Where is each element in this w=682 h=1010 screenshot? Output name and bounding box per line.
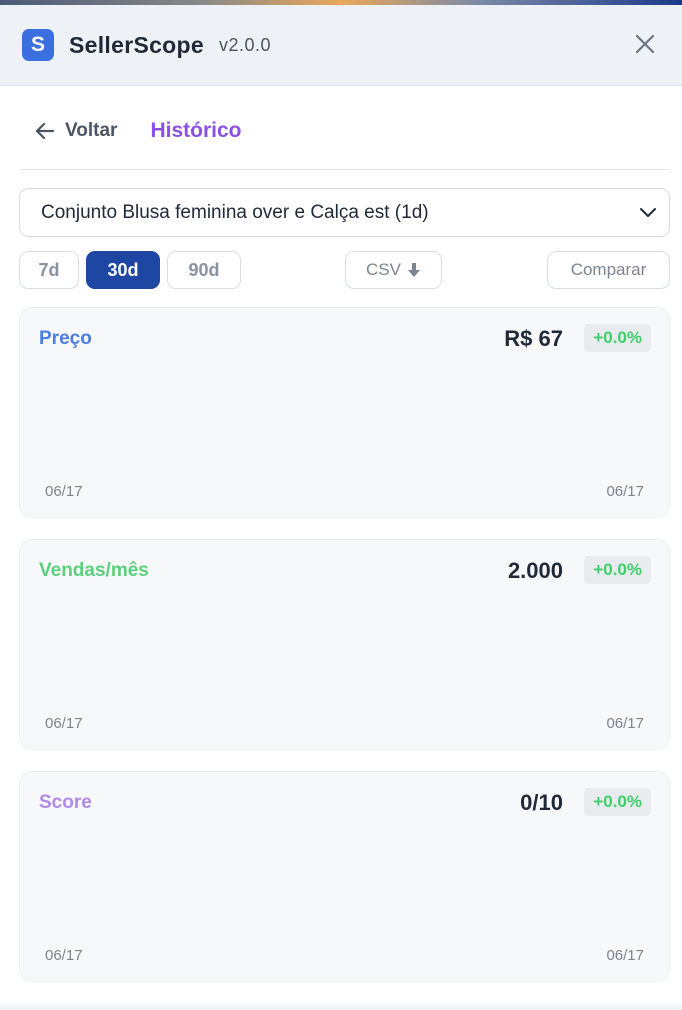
period-30d-button[interactable]: 30d bbox=[86, 251, 160, 289]
compare-button[interactable]: Comparar bbox=[547, 251, 670, 289]
compare-label: Comparar bbox=[570, 260, 647, 279]
card-change-badge: +0.0% bbox=[584, 788, 651, 816]
card-chart-area bbox=[39, 832, 652, 942]
score-history-card: Score 0/10 +0.0% 06/17 06/17 bbox=[19, 771, 670, 982]
card-x-end-label: 06/17 bbox=[606, 947, 644, 964]
price-history-card: Preço R$ 67 +0.0% 06/17 06/17 bbox=[19, 307, 670, 518]
period-label: 7d bbox=[38, 259, 60, 280]
card-value: 2.000 bbox=[507, 558, 563, 583]
card-value: 0/10 bbox=[520, 790, 563, 815]
back-button[interactable]: Voltar bbox=[35, 120, 117, 142]
app-logo: S bbox=[22, 29, 54, 61]
close-icon bbox=[635, 34, 655, 54]
card-title: Vendas/mês bbox=[39, 560, 149, 581]
page-title: Histórico bbox=[150, 118, 242, 142]
logo-letter: S bbox=[30, 33, 45, 56]
card-value: R$ 67 bbox=[504, 326, 563, 351]
card-x-start-label: 06/17 bbox=[45, 715, 83, 732]
card-x-end-label: 06/17 bbox=[606, 483, 644, 500]
card-chart-area bbox=[39, 600, 652, 710]
card-change-badge: +0.0% bbox=[584, 324, 651, 352]
arrow-left-icon bbox=[35, 122, 55, 139]
csv-label: CSV bbox=[366, 260, 401, 279]
chevron-down-icon bbox=[640, 207, 656, 217]
card-x-start-label: 06/17 bbox=[45, 947, 83, 964]
period-7d-button[interactable]: 7d bbox=[19, 251, 79, 289]
period-label: 30d bbox=[107, 259, 139, 280]
app-version: v2.0.0 bbox=[218, 34, 272, 55]
card-chart-area bbox=[39, 368, 652, 478]
csv-export-button[interactable]: CSV bbox=[345, 251, 442, 289]
product-select-value: Conjunto Blusa feminina over e Calça est… bbox=[41, 201, 429, 223]
card-x-start-label: 06/17 bbox=[45, 483, 83, 500]
card-title: Score bbox=[39, 792, 92, 813]
close-button[interactable] bbox=[632, 31, 658, 57]
card-title: Preço bbox=[39, 328, 92, 349]
product-select[interactable]: Conjunto Blusa feminina over e Calça est… bbox=[19, 188, 670, 237]
back-label: Voltar bbox=[65, 119, 118, 141]
card-change-badge: +0.0% bbox=[584, 556, 651, 584]
app-name: SellerScope bbox=[69, 31, 204, 58]
period-90d-button[interactable]: 90d bbox=[167, 251, 241, 289]
bottom-edge bbox=[0, 1002, 682, 1010]
card-x-end-label: 06/17 bbox=[606, 715, 644, 732]
nav-row: Voltar Histórico bbox=[19, 106, 670, 170]
download-arrow-icon bbox=[407, 263, 420, 277]
period-label: 90d bbox=[188, 259, 220, 280]
app-header: S SellerScope v2.0.0 bbox=[0, 5, 682, 86]
sales-history-card: Vendas/mês 2.000 +0.0% 06/17 06/17 bbox=[19, 539, 670, 750]
